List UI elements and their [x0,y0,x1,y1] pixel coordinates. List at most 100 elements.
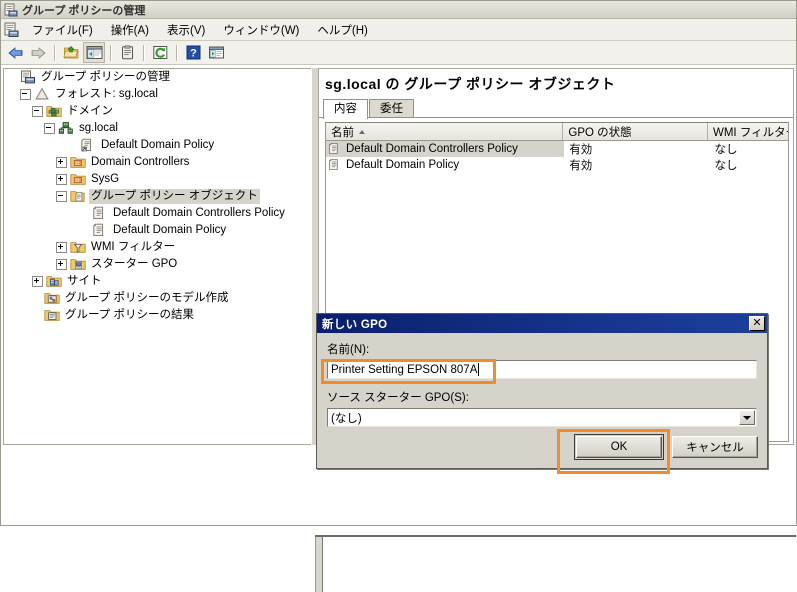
export-list-icon[interactable] [205,42,227,63]
gpo-icon [328,158,342,172]
gpo-icon [328,142,342,156]
expand-toggle-icon[interactable] [32,276,43,287]
source-starter-gpo-value: (なし) [331,412,362,425]
close-icon[interactable]: ✕ [749,316,765,331]
cell-wmi-filter: なし [714,144,738,156]
column-header-gpo-status[interactable]: GPO の状態 [563,123,708,140]
tree-node-label: グループ ポリシーの結果 [65,309,195,321]
dialog-button-row: OK キャンセル [574,434,758,460]
tab-delegation[interactable]: 委任 [369,99,414,118]
svg-text:?: ? [190,47,197,59]
collapse-toggle-icon[interactable] [44,123,55,134]
collapse-toggle-icon[interactable] [20,89,31,100]
help-icon[interactable]: ? [182,42,204,63]
tree-node[interactable]: フォレスト: sg.local [4,86,311,103]
tab-contents[interactable]: 内容 [323,99,368,119]
column-header-wmi-filter[interactable]: WMI フィルター [708,123,788,140]
new-gpo-dialog: 新しい GPO ✕ 名前(N): ソース スターター GPO(S): (なし) … [316,313,768,469]
menu-view[interactable]: 表示(V) [158,20,214,40]
cell-gpo-name-label: Default Domain Controllers Policy [346,143,518,155]
table-row[interactable]: Default Domain Policy 有効 なし [326,157,788,173]
tree-node[interactable]: SysG [4,171,311,188]
tree-node-label: SysG [91,173,120,185]
domain-icon [58,121,74,136]
name-field-wrapper [327,360,757,379]
cell-gpo-name-label: Default Domain Policy [346,159,460,171]
name-input[interactable] [327,360,757,379]
expand-toggle-icon[interactable] [56,157,67,168]
column-header-name-label: 名前 [331,127,354,139]
expand-toggle-icon[interactable] [56,174,67,185]
text-caret [478,363,479,376]
menu-file[interactable]: ファイル(F) [23,20,102,40]
collapse-toggle-icon[interactable] [32,106,43,117]
menu-help[interactable]: ヘルプ(H) [308,20,376,40]
ou-icon [70,155,86,170]
tree-node[interactable]: グループ ポリシー オブジェクト [4,188,311,205]
column-header-gpo-status-label: GPO の状態 [568,127,632,139]
tree-node-label: Domain Controllers [91,156,190,168]
gpmc-root-icon [20,70,36,85]
tree-node[interactable]: Default Domain Policy [4,222,311,239]
collapse-toggle-icon[interactable] [56,191,67,202]
gp-modeling-icon [44,291,60,306]
menu-bar: ファイル(F) 操作(A) 表示(V) ウィンドウ(W) ヘルプ(H) [1,19,796,41]
show-hide-console-tree-icon[interactable] [83,42,105,63]
gp-results-icon [44,308,60,323]
lower-splitter [315,537,323,592]
window-title: グループ ポリシーの管理 [22,4,146,17]
tree-node-label: ドメイン [67,105,113,117]
tree-node-label: スターター GPO [91,258,178,270]
ok-button[interactable]: OK [574,434,664,460]
tree-node[interactable]: sg.local [4,120,311,137]
toolbar-separator [143,44,145,61]
expand-toggle-icon[interactable] [56,259,67,270]
sort-ascending-icon [359,130,365,134]
forest-icon [34,87,50,102]
dialog-title-bar: 新しい GPO ✕ [317,314,767,333]
tree-node[interactable]: ドメイン [4,103,311,120]
cell-gpo-status: 有効 [569,144,593,156]
refresh-icon[interactable] [149,42,171,63]
tree-node[interactable]: グループ ポリシーの管理 [4,69,311,86]
forward-icon[interactable] [27,42,49,63]
properties-icon[interactable] [116,42,138,63]
table-row[interactable]: Default Domain Controllers Policy 有効 なし [326,141,788,157]
tree-node[interactable]: グループ ポリシーのモデル作成 [4,290,311,307]
column-header-wmi-filter-label: WMI フィルター [713,127,789,139]
tree-node-label: WMI フィルター [91,241,176,253]
page-title: sg.local の グループ ポリシー オブジェクト [325,76,616,92]
gpmc-main-window: グループ ポリシーの管理 ファイル(F) 操作(A) 表示(V) ウィンドウ(W… [0,0,797,592]
expand-toggle-icon[interactable] [56,242,67,253]
tree-node[interactable]: Default Domain Controllers Policy [4,205,311,222]
name-field-label: 名前(N): [327,344,370,356]
tree-node[interactable]: Domain Controllers [4,154,311,171]
cancel-button[interactable]: キャンセル [672,436,758,458]
tree-node[interactable]: サイト [4,273,311,290]
tree-node[interactable]: WMI フィルター [4,239,311,256]
back-icon[interactable] [4,42,26,63]
cell-gpo-status: 有効 [569,160,593,172]
tree-node-label: sg.local [79,122,118,134]
column-header-name[interactable]: 名前 [326,123,564,140]
tree-node[interactable]: スターター GPO [4,256,311,273]
toolbar: ? [1,41,796,65]
tree-node[interactable]: グループ ポリシーの結果 [4,307,311,324]
menu-action[interactable]: 操作(A) [102,20,158,40]
list-column-headers: 名前 GPO の状態 WMI フィルター [326,123,788,141]
tree-node-label: Default Domain Policy [113,224,227,236]
up-one-level-icon[interactable] [60,42,82,63]
tree-node[interactable]: Default Domain Policy [4,137,311,154]
lower-frame-edge [315,535,796,537]
source-starter-gpo-select[interactable]: (なし) [327,408,757,427]
tree-node-label: グループ ポリシーの管理 [41,71,171,83]
console-tree-pane[interactable]: グループ ポリシーの管理フォレスト: sg.local ドメイン sg.local D… [3,68,311,445]
starter-gpo-icon [70,257,86,272]
chevron-down-icon[interactable] [739,410,755,425]
cell-gpo-name: Default Domain Controllers Policy [326,141,565,157]
ou-icon [70,172,86,187]
cell-gpo-name: Default Domain Policy [326,157,564,173]
menu-window[interactable]: ウィンドウ(W) [214,20,308,40]
domains-folder-icon [46,104,62,119]
sites-icon [46,274,62,289]
